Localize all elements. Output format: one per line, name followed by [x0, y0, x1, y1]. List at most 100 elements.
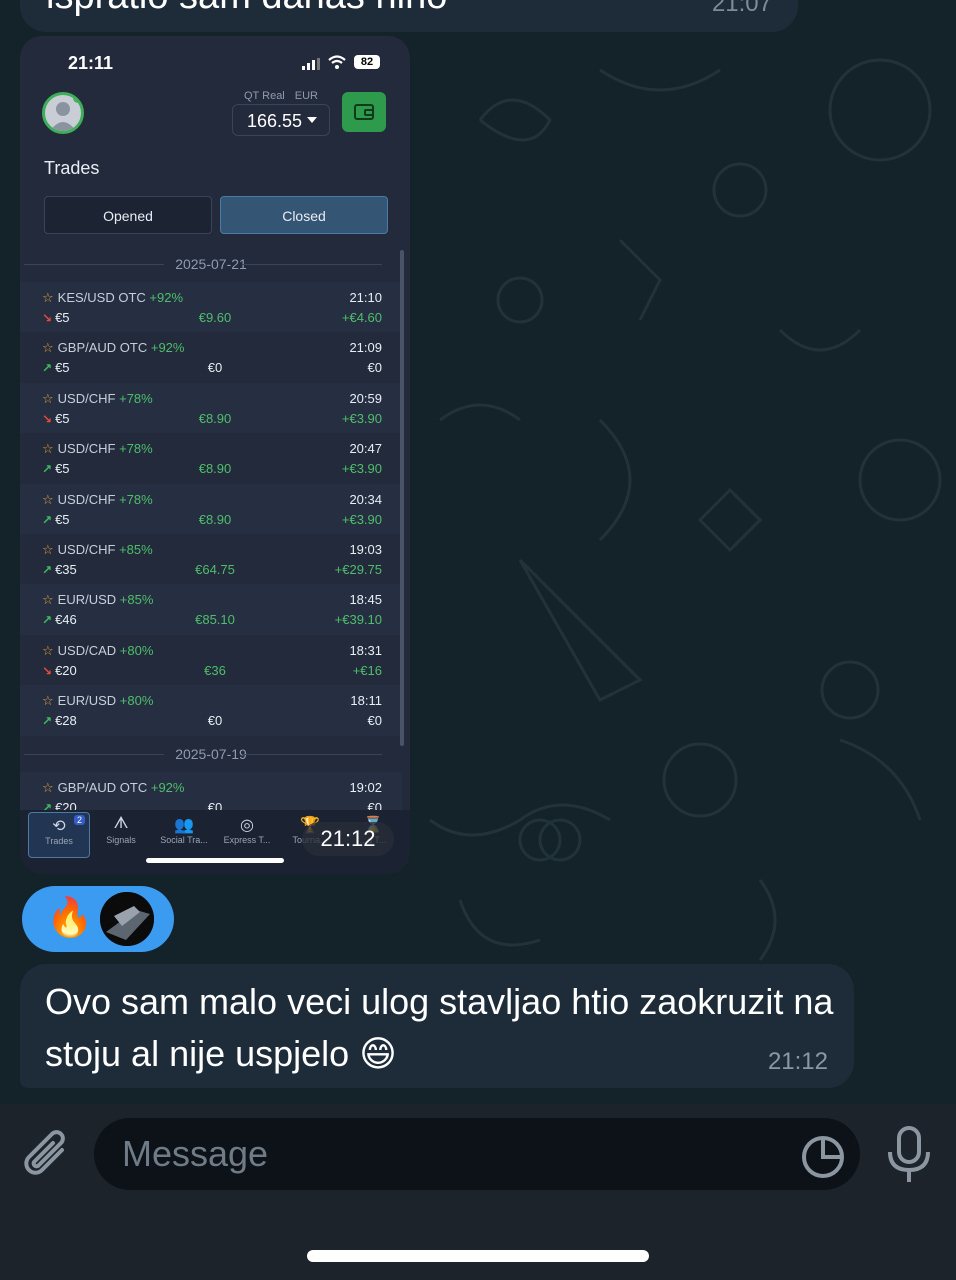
attach-icon[interactable]	[22, 1128, 74, 1184]
pair-name: USD/CAD	[57, 642, 117, 658]
trade-time: 18:31	[349, 642, 382, 658]
nav-item-antenna: ᗑ Signals	[91, 812, 151, 856]
payout-percent: +80%	[119, 693, 154, 709]
pair-name: GBP/AUD OTC	[57, 340, 148, 356]
date-separator: 2025-07-21	[20, 246, 402, 282]
pair-name: EUR/USD	[57, 693, 117, 709]
direction-up-icon: ↗	[42, 714, 53, 729]
date-separator: 2025-07-19	[20, 736, 402, 772]
account-currency: EUR	[294, 90, 318, 102]
trade-payout: €64.75	[195, 561, 235, 577]
tab-opened: Opened	[44, 196, 212, 234]
fire-emoji: 🔥	[46, 897, 94, 939]
sticker-icon[interactable]	[800, 1134, 846, 1180]
stake-amount: €46	[55, 612, 77, 628]
trade-payout: €8.90	[198, 461, 232, 477]
antenna-icon: ᗑ	[113, 815, 129, 832]
trade-row: ☆ USD/CHF +85% 19:03 ↗ €35 €64.75 +€29.75	[20, 534, 402, 584]
trade-payout: €36	[204, 662, 226, 678]
message-time: 21:07	[711, 0, 772, 17]
star-icon: ☆	[42, 340, 54, 356]
trade-pair: ☆ EUR/USD +85%	[42, 592, 153, 608]
trade-row: ☆ USD/CAD +80% 18:31 ↘ €20 €36 +€16	[20, 635, 402, 685]
star-icon: ☆	[42, 441, 54, 457]
online-dot	[73, 95, 81, 103]
profile-avatar	[42, 92, 84, 134]
payout-percent: +78%	[119, 441, 153, 457]
trade-payout: €9.60	[198, 310, 232, 325]
nav-item-people: 👥 Social Tra...	[154, 812, 214, 856]
trade-pair: ☆ USD/CHF +78%	[42, 391, 153, 407]
message-time: 21:12	[767, 1048, 828, 1075]
trade-stake: ↗ €46	[42, 612, 77, 627]
pair-name: GBP/AUD OTC	[57, 779, 148, 795]
trade-row: ☆ EUR/USD +85% 18:45 ↗ €46 €85.10 +€39.10	[20, 584, 402, 635]
signal-icon	[302, 58, 320, 70]
trade-time: 20:59	[349, 390, 382, 406]
trade-time: 19:02	[349, 779, 382, 795]
star-icon: ☆	[42, 592, 54, 608]
text-message-bubble[interactable]: Ovo sam malo veci ulog stavljao htio zao…	[20, 964, 854, 1088]
battery-icon: 82	[354, 55, 380, 69]
trade-profit: +€29.75	[334, 561, 382, 577]
payout-percent: +92%	[150, 779, 185, 795]
image-message-time: 21:12	[302, 822, 394, 856]
trade-time: 20:34	[349, 491, 382, 507]
wallet-button	[342, 92, 386, 132]
pair-name: USD/CHF	[57, 441, 116, 457]
trade-stake: ↗ €28	[42, 713, 77, 728]
trade-profit: +€3.90	[341, 511, 382, 527]
balance-selector: 166.55	[232, 104, 330, 136]
direction-up-icon: ↗	[42, 562, 53, 577]
direction-down-icon: ↘	[42, 663, 53, 678]
scrollbar	[400, 250, 404, 746]
account-type: QT Real	[244, 90, 285, 102]
trade-profit: +€3.90	[341, 410, 382, 426]
nav-label: Social Tra...	[160, 835, 208, 845]
message-text: Ovo sam malo veci ulog stavljao htio zao…	[45, 981, 834, 1074]
reactor-avatar	[100, 892, 154, 946]
phone-home-indicator	[146, 858, 284, 863]
payout-percent: +85%	[119, 541, 153, 557]
trade-stake: ↗ €5	[42, 360, 70, 375]
trade-pair: ☆ EUR/USD +80%	[42, 693, 153, 709]
pair-name: KES/USD OTC	[57, 290, 146, 305]
nav-badge: 2	[73, 815, 85, 825]
payout-percent: +78%	[119, 390, 153, 406]
trade-pair: ☆ GBP/AUD OTC +92%	[42, 340, 184, 356]
trade-payout: €85.10	[195, 612, 235, 628]
trade-payout: €0	[207, 713, 223, 729]
star-icon: ☆	[42, 390, 54, 406]
wallet-icon	[354, 104, 374, 120]
trade-pair: ☆ GBP/AUD OTC +92%	[42, 780, 184, 796]
stake-amount: €5	[55, 360, 70, 376]
trade-profit: +€3.90	[341, 461, 382, 477]
trade-pair: ☆ USD/CAD +80%	[42, 643, 153, 659]
trades-title: Trades	[44, 158, 100, 178]
trade-profit: €0	[367, 713, 382, 729]
star-icon: ☆	[42, 491, 54, 507]
trade-time: 18:11	[350, 693, 382, 709]
avatar-image	[100, 892, 154, 946]
trade-pair: ☆ USD/CHF +78%	[42, 441, 153, 457]
microphone-icon[interactable]	[884, 1126, 934, 1186]
wifi-icon	[328, 55, 346, 69]
stake-amount: €5	[55, 410, 70, 426]
trade-stake: ↗ €5	[42, 461, 70, 476]
star-icon: ☆	[42, 779, 54, 795]
people-icon: 👥	[174, 817, 194, 834]
nav-label: Trades	[45, 836, 73, 846]
reaction-chip[interactable]: 🔥	[22, 886, 174, 952]
direction-up-icon: ↗	[42, 462, 53, 477]
trade-pair: ☆ KES/USD OTC +92%	[42, 290, 183, 306]
trade-profit: +€4.60	[341, 310, 382, 325]
message-input[interactable]: Message	[94, 1118, 860, 1190]
trade-stake: ↗ €5	[42, 512, 70, 527]
stake-amount: €5	[55, 310, 70, 325]
trade-profit: +€16	[352, 662, 382, 678]
payout-percent: +85%	[119, 592, 154, 608]
previous-message-bubble[interactable]: ispratio sam danas nino 21:07	[20, 0, 798, 32]
star-icon: ☆	[42, 693, 54, 709]
image-message-bubble[interactable]: 21:11 82 QT Real EUR 166.55 Trades Opene…	[20, 36, 410, 874]
payout-percent: +80%	[119, 642, 154, 658]
